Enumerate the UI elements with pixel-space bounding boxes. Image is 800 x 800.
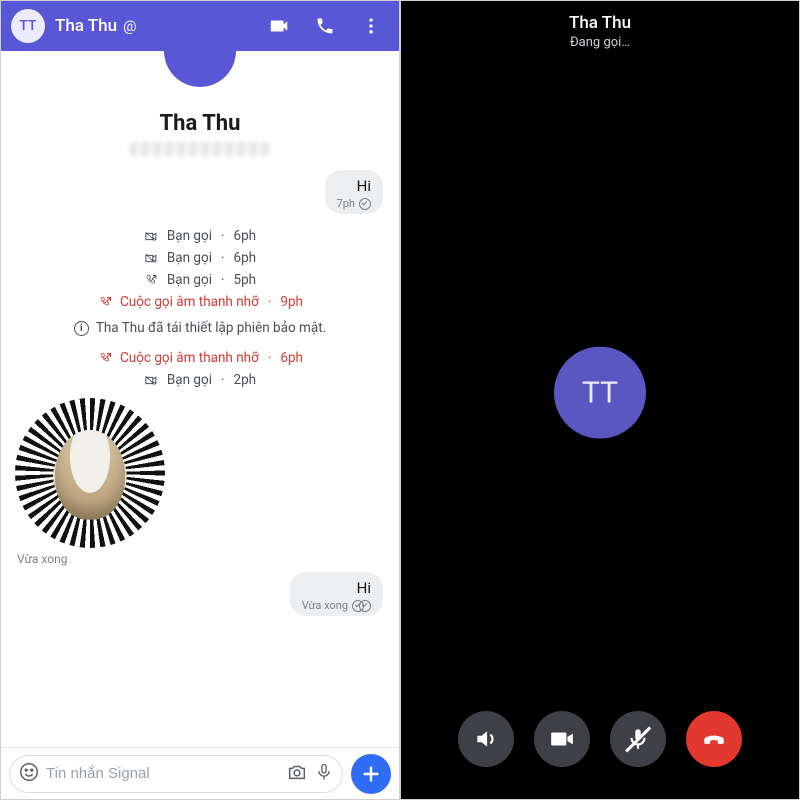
missed-call-item[interactable]: Cuộc gọi âm thanh nhỡ 6ph <box>97 350 303 366</box>
call-contact-avatar: TT <box>554 347 646 439</box>
security-info-text: Tha Thu đã tái thiết lập phiên bảo mật. <box>96 320 326 336</box>
outgoing-message[interactable]: Hi Vừa xong <box>290 572 383 616</box>
mention-icon: @ <box>123 17 136 35</box>
video-call-log-icon <box>144 372 160 388</box>
video-call-icon[interactable] <box>261 8 297 44</box>
message-time: Vừa xong <box>302 599 348 612</box>
call-log-item[interactable]: Bạn gọi 6ph <box>144 250 256 266</box>
message-input-field[interactable] <box>9 755 343 793</box>
info-icon: i <box>74 321 89 336</box>
security-info-row[interactable]: i Tha Thu đã tái thiết lập phiên bảo mật… <box>11 320 389 336</box>
sticker-time: Vừa xong <box>17 552 389 566</box>
microphone-icon[interactable] <box>314 762 334 786</box>
call-log-item[interactable]: Bạn gọi 6ph <box>144 228 256 244</box>
message-text: Hi <box>357 579 371 597</box>
call-log-item[interactable]: Bạn gọi 2ph <box>144 372 256 388</box>
video-call-log-icon <box>144 228 160 244</box>
call-log-list: Bạn gọi 6ph Bạn gọi 6ph Bạn gọi 5ph Cuộc… <box>11 228 389 310</box>
delivered-check-icon <box>359 198 371 210</box>
call-controls <box>401 711 799 767</box>
chat-input-bar <box>1 747 399 799</box>
more-icon[interactable] <box>353 8 389 44</box>
audio-call-icon[interactable] <box>307 8 343 44</box>
outgoing-call-icon <box>144 272 160 288</box>
missed-call-icon <box>97 294 113 310</box>
message-text: Hi <box>357 177 371 195</box>
message-input[interactable] <box>46 765 280 782</box>
call-log-item[interactable]: Bạn gọi 5ph <box>144 272 256 288</box>
camera-icon[interactable] <box>286 761 308 787</box>
speaker-button[interactable] <box>458 711 514 767</box>
emoji-icon[interactable] <box>18 761 40 787</box>
call-screen: Tha Thu Đang gọi… TT <box>400 0 800 800</box>
missed-call-icon <box>97 350 113 366</box>
chat-screen: TT Tha Thu @ Tha Thu Hi 7ph <box>0 0 400 800</box>
contact-subtext-blurred <box>130 142 270 156</box>
video-call-log-icon <box>144 250 160 266</box>
end-call-button[interactable] <box>686 711 742 767</box>
chat-body: Tha Thu Hi 7ph Bạn gọi 6ph <box>1 51 399 747</box>
call-contact-name: Tha Thu <box>401 13 799 33</box>
sticker-image[interactable] <box>15 398 165 548</box>
toggle-video-button[interactable] <box>534 711 590 767</box>
contact-avatar-peek <box>164 51 236 87</box>
call-header: Tha Thu Đang gọi… <box>401 13 799 50</box>
outgoing-message[interactable]: Hi 7ph <box>325 170 383 214</box>
missed-call-item[interactable]: Cuộc gọi âm thanh nhỡ 9ph <box>97 294 303 310</box>
chat-header: TT Tha Thu @ <box>1 1 399 51</box>
read-check-icon <box>352 600 371 612</box>
message-time: 7ph <box>337 197 355 210</box>
call-log-list-2: Cuộc gọi âm thanh nhỡ 6ph Bạn gọi 2ph <box>11 350 389 388</box>
send-button[interactable] <box>351 754 391 794</box>
contact-avatar-small[interactable]: TT <box>11 9 45 43</box>
chat-header-name[interactable]: Tha Thu <box>55 16 117 36</box>
contact-name: Tha Thu <box>11 111 389 136</box>
call-status: Đang gọi… <box>401 35 799 50</box>
mute-button[interactable] <box>610 711 666 767</box>
